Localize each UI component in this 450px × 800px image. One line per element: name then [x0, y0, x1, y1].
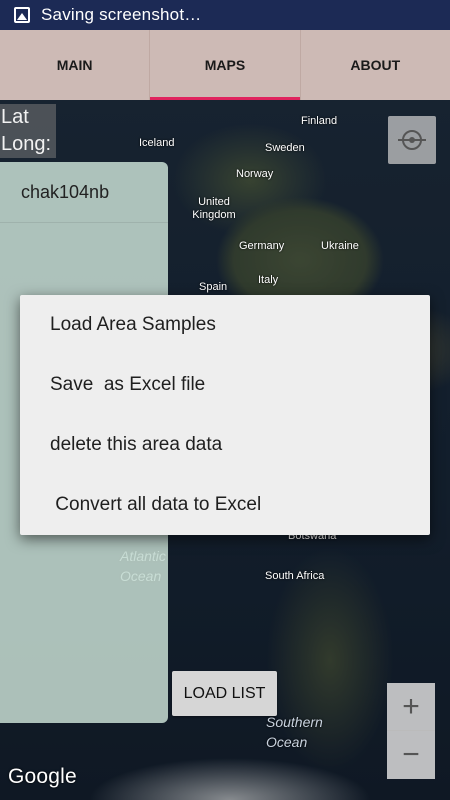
status-bar: Saving screenshot…: [0, 0, 450, 30]
zoom-in-button[interactable]: +: [387, 683, 435, 731]
load-list-button[interactable]: LOAD LIST: [172, 671, 277, 716]
list-divider: [0, 222, 168, 223]
map-label-italy: Italy: [258, 274, 279, 286]
notification-text: Saving screenshot…: [41, 5, 202, 24]
map-label-iceland: Iceland: [139, 137, 175, 149]
map-label-germany: Germany: [239, 240, 285, 252]
map-label-south-africa: South Africa: [265, 570, 325, 582]
tab-bar: MAIN MAPS ABOUT: [0, 30, 450, 100]
crosshair-icon: [398, 130, 426, 150]
context-menu: Load Area Samples Save as Excel file del…: [20, 295, 430, 535]
map-label-sweden: Sweden: [265, 142, 305, 154]
tab-about[interactable]: ABOUT: [299, 30, 450, 100]
map-label-ukraine: Ukraine: [321, 240, 359, 252]
tab-main[interactable]: MAIN: [0, 30, 149, 100]
image-icon: [14, 7, 30, 23]
menu-item-save-as-excel[interactable]: Save as Excel file: [20, 355, 430, 415]
my-location-button[interactable]: [388, 116, 436, 164]
lat-label: Lat: [1, 106, 29, 128]
map-label-finland: Finland: [301, 115, 338, 127]
long-label: Long:: [1, 133, 52, 155]
map-label-united-kingdom: United Kingdom: [192, 196, 236, 221]
lat-long-readout: Lat Long:: [0, 104, 56, 158]
menu-item-load-area-samples[interactable]: Load Area Samples: [20, 295, 430, 355]
zoom-out-button[interactable]: −: [387, 731, 435, 779]
menu-item-convert-all-to-excel[interactable]: Convert all data to Excel: [20, 475, 430, 535]
google-logo: Google: [8, 765, 77, 788]
tab-maps[interactable]: MAPS: [149, 30, 300, 100]
list-item[interactable]: chak104nb: [21, 182, 109, 203]
map-label-norway: Norway: [236, 168, 274, 180]
map-label-spain: Spain: [199, 281, 228, 293]
menu-item-delete-area-data[interactable]: delete this area data: [20, 415, 430, 475]
map-label-southern-ocean: Southern Ocean: [266, 714, 323, 750]
